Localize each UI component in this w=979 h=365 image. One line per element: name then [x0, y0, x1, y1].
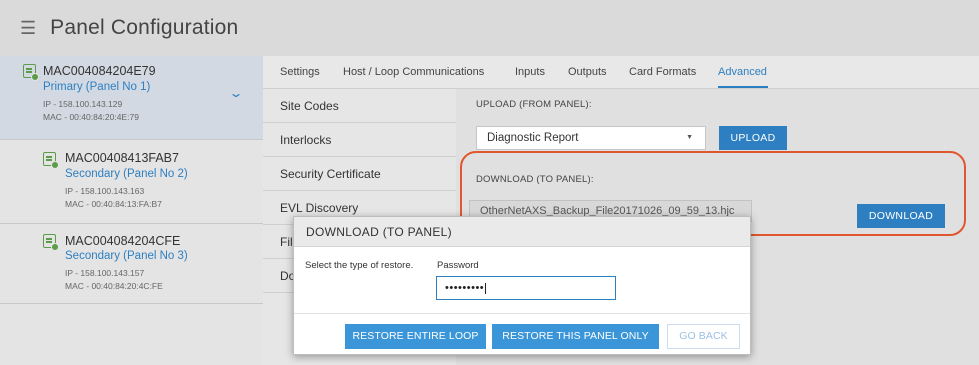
download-dialog: DOWNLOAD (TO PANEL) Select the type of r… — [293, 216, 751, 355]
dropdown-arrow-icon: ▼ — [686, 134, 693, 141]
panel-list: MAC004084204E79 Primary (Panel No 1) IP … — [0, 56, 263, 365]
text-caret — [485, 282, 487, 294]
upload-section-label: UPLOAD (FROM PANEL): — [476, 99, 592, 110]
go-back-button[interactable]: GO BACK — [667, 324, 740, 349]
panel-icon — [43, 152, 59, 169]
active-tab-indicator — [718, 86, 768, 88]
page-title: Panel Configuration — [50, 16, 239, 39]
password-value: ••••••••• — [445, 282, 485, 294]
panel-name: MAC00408413FAB7 — [65, 151, 179, 165]
panel-item-3[interactable]: MAC004084204CFE Secondary (Panel No 3) I… — [0, 224, 263, 304]
password-field[interactable]: ••••••••• — [436, 276, 616, 300]
panel-item-1[interactable]: MAC004084204E79 Primary (Panel No 1) IP … — [0, 56, 263, 140]
tab-outputs[interactable]: Outputs — [568, 66, 607, 78]
restore-type-prompt: Select the type of restore. — [305, 260, 414, 271]
subnav-item-security-certificate[interactable]: Security Certificate — [263, 157, 456, 191]
subnav-item-site-codes[interactable]: Site Codes — [263, 89, 456, 123]
restore-entire-loop-button[interactable]: RESTORE ENTIRE LOOP — [345, 324, 486, 349]
panel-mac: MAC - 00:40:84:13:FA:B7 — [65, 199, 162, 209]
panel-name: MAC004084204CFE — [65, 234, 181, 248]
panel-mac: MAC - 00:40:84:20:4C:FE — [65, 281, 163, 291]
upload-button[interactable]: UPLOAD — [719, 126, 787, 150]
restore-this-panel-button[interactable]: RESTORE THIS PANEL ONLY — [492, 324, 659, 349]
hamburger-icon[interactable]: ☰ — [20, 19, 36, 37]
tab-advanced[interactable]: Advanced — [718, 66, 767, 78]
panel-ip: IP - 158.100.143.157 — [65, 268, 145, 278]
tab-bar: Settings Host / Loop Communications Inpu… — [263, 56, 979, 89]
panel-role: Secondary (Panel No 3) — [65, 250, 188, 262]
panel-ip: IP - 158.100.143.163 — [65, 186, 145, 196]
tab-settings[interactable]: Settings — [280, 66, 320, 78]
panel-item-2[interactable]: MAC00408413FAB7 Secondary (Panel No 2) I… — [0, 140, 263, 224]
app-header: ☰ Panel Configuration — [0, 0, 979, 56]
panel-mac: MAC - 00:40:84:20:4E:79 — [43, 112, 139, 122]
tab-inputs[interactable]: Inputs — [515, 66, 545, 78]
tab-host-loop-communications[interactable]: Host / Loop Communications — [343, 66, 484, 78]
upload-type-value: Diagnostic Report — [487, 132, 579, 144]
subnav-item-interlocks[interactable]: Interlocks — [263, 123, 456, 157]
panel-icon — [43, 234, 59, 251]
panel-name: MAC004084204E79 — [43, 64, 156, 78]
chevron-down-icon[interactable]: ⌄ — [228, 86, 243, 100]
tab-card-formats[interactable]: Card Formats — [629, 66, 696, 78]
dialog-title: DOWNLOAD (TO PANEL) — [294, 217, 750, 247]
panel-ip: IP - 158.100.143.129 — [43, 99, 123, 109]
upload-type-select[interactable]: Diagnostic Report ▼ — [476, 126, 706, 150]
panel-role: Secondary (Panel No 2) — [65, 168, 188, 180]
password-label: Password — [437, 260, 479, 271]
panel-role: Primary (Panel No 1) — [43, 81, 151, 93]
dialog-divider — [294, 313, 750, 314]
panel-icon — [23, 64, 39, 81]
